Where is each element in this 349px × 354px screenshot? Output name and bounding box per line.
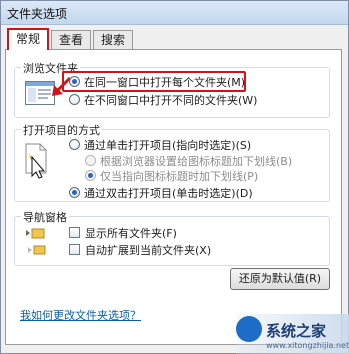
watermark: 系统之家 www.xitongzhijia.net	[236, 314, 349, 354]
navigation-pane-title: 导航窗格	[21, 209, 69, 225]
auto-expand-label[interactable]: 自动扩展到当前文件夹(X)	[85, 242, 211, 258]
double-click-label[interactable]: 通过双击打开项目(单击时选定)(D)	[84, 185, 253, 201]
tab-view[interactable]: 查看	[51, 30, 91, 49]
tab-strip: 常规 查看 搜索	[5, 28, 341, 50]
navigation-pane-group: 导航窗格	[14, 209, 330, 266]
single-click-label[interactable]: 通过单击打开项目(指向时选定)(S)	[84, 137, 251, 153]
click-items-title: 打开项目的方式	[21, 122, 102, 138]
radio-same-window[interactable]	[69, 76, 80, 87]
radio-underline-point[interactable]	[85, 170, 96, 181]
underline-point-label[interactable]: 仅当指向图标标题时加下划线(P)	[100, 168, 258, 184]
watermark-url: www.xitongzhijia.net	[266, 341, 349, 350]
help-link[interactable]: 我如何更改文件夹选项？	[20, 307, 141, 323]
radio-new-window[interactable]	[69, 94, 80, 105]
show-all-folders-label[interactable]: 显示所有文件夹(F)	[85, 225, 177, 241]
folder-options-window: 文件夹选项 常规 查看 搜索 浏览文件夹 在同一窗口中打开每个文件夹(M) 在不…	[0, 0, 349, 354]
tab-general[interactable]: 常规	[7, 28, 49, 50]
folder-tree-icon	[26, 228, 46, 255]
same-window-label[interactable]: 在同一窗口中打开每个文件夹(M)	[84, 74, 245, 90]
checkbox-show-all-folders[interactable]	[69, 227, 80, 238]
checkbox-auto-expand[interactable]	[69, 244, 80, 255]
window-title: 文件夹选项	[7, 7, 68, 21]
cursor-document-icon	[25, 143, 47, 179]
restore-defaults-button[interactable]: 还原为默认值(R)	[230, 268, 330, 290]
tab-search[interactable]: 搜索	[93, 30, 133, 49]
underline-browser-label[interactable]: 根据浏览器设置给图标标题加下划线(B)	[100, 153, 292, 169]
general-panel: 浏览文件夹 在同一窗口中打开每个文件夹(M) 在不同窗口中打开不同的文件夹(W)…	[5, 49, 342, 345]
radio-single-click[interactable]	[69, 139, 80, 150]
radio-underline-browser[interactable]	[85, 155, 96, 166]
title-bar: 文件夹选项	[1, 1, 348, 25]
radio-double-click[interactable]	[69, 187, 80, 198]
watermark-logo-icon	[236, 316, 262, 342]
watermark-text: 系统之家	[266, 322, 327, 340]
new-window-label[interactable]: 在不同窗口中打开不同的文件夹(W)	[84, 92, 257, 108]
